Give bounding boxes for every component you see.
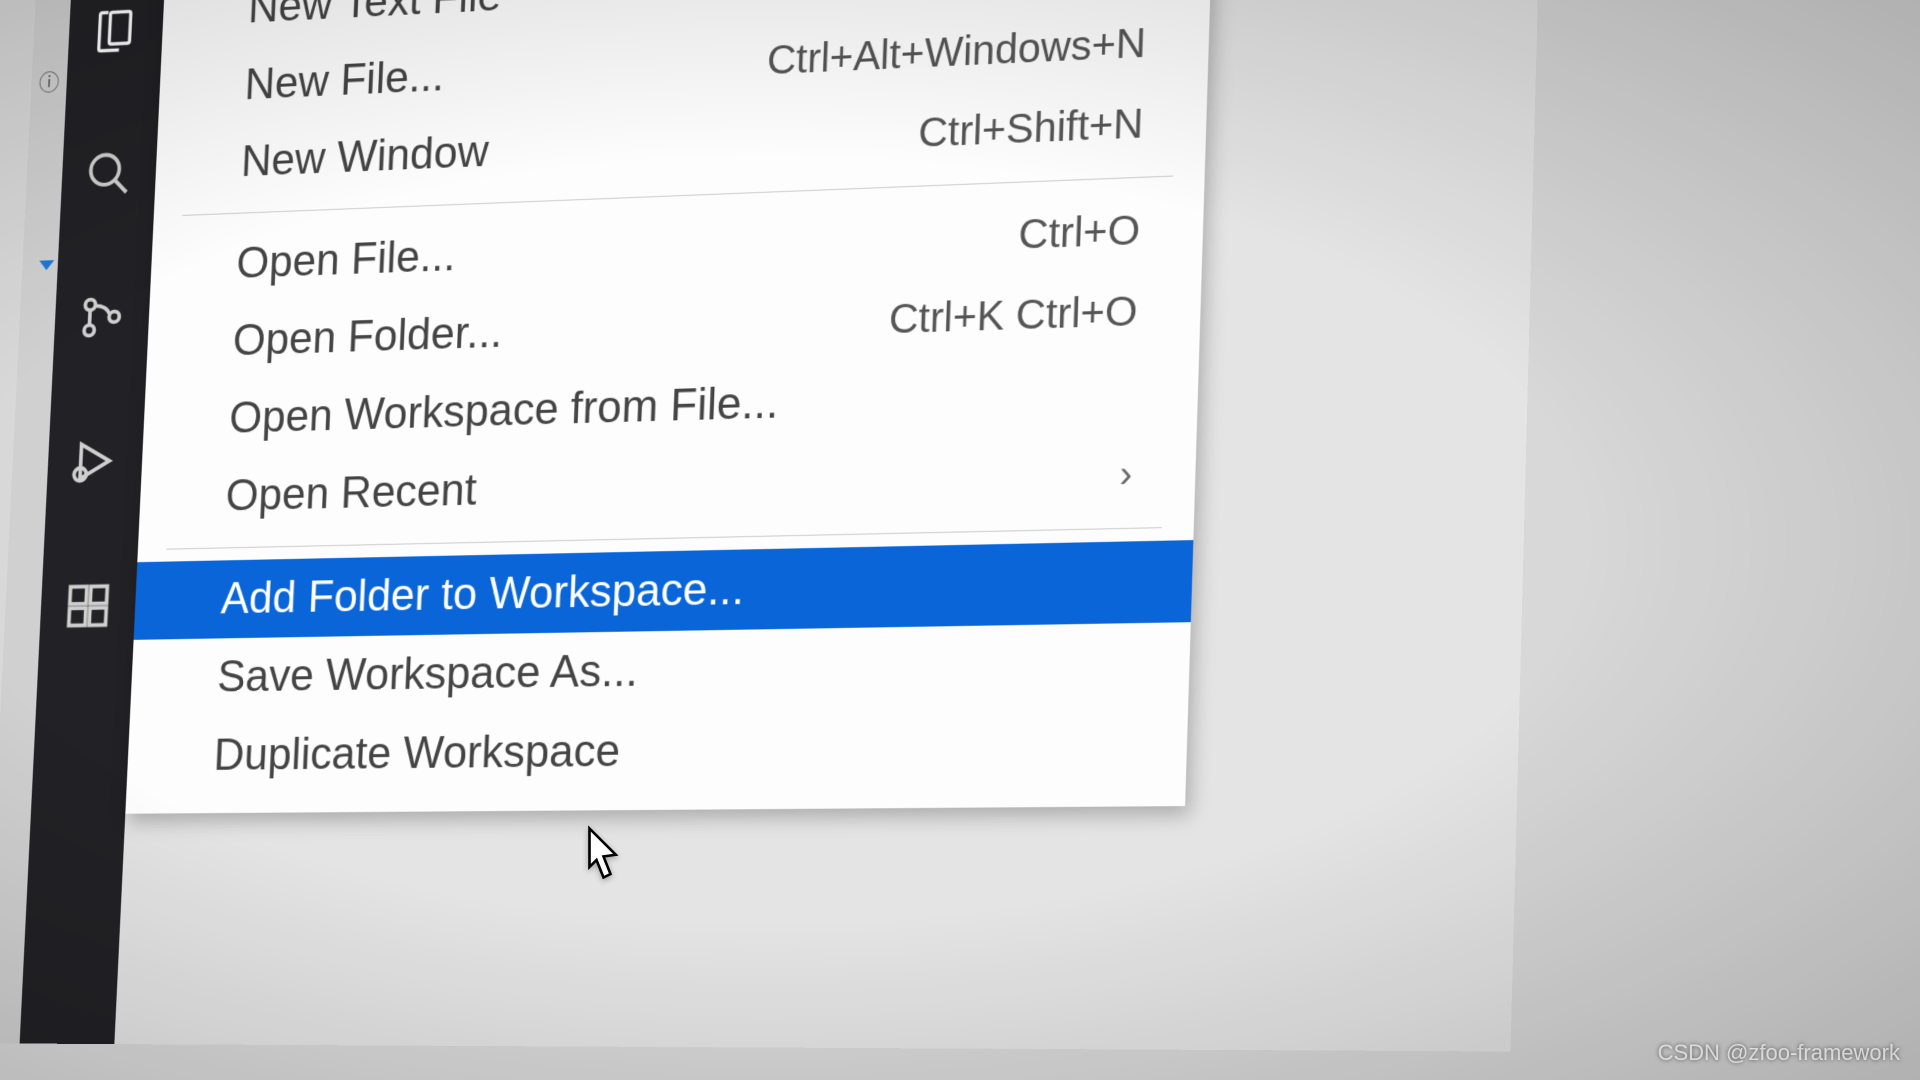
run-debug-icon[interactable]	[67, 433, 122, 490]
menu-item-duplicate-workspace[interactable]: Duplicate Workspace	[126, 704, 1188, 795]
menu-item-label: Open Recent	[225, 465, 478, 521]
explorer-icon[interactable]	[88, 2, 143, 59]
search-icon[interactable]	[81, 145, 136, 202]
menu-item-shortcut: Ctrl+Alt+Windows+N	[766, 20, 1147, 84]
menu-item-label: Open Folder...	[232, 307, 504, 366]
app-window: ⓘ	[0, 0, 1541, 1052]
source-control-icon[interactable]	[74, 289, 129, 346]
menu-item-label: Duplicate Workspace	[213, 726, 621, 781]
menu-item-shortcut: Ctrl+Shift+N	[917, 101, 1144, 157]
dropdown-arrow-icon	[39, 260, 54, 270]
menu-item-label: New Text File	[247, 0, 502, 33]
menu-item-label: Add Folder to Workspace...	[220, 564, 745, 625]
menu-item-label: New File...	[244, 51, 446, 110]
editor-area: Terminal Help New Text File Ctrl+N New F…	[114, 0, 1541, 1052]
menu-item-label: Open File...	[235, 231, 456, 289]
extensions-icon[interactable]	[60, 578, 115, 635]
tool-icon: ⓘ	[38, 65, 60, 97]
menu-item-shortcut: Ctrl+K Ctrl+O	[888, 288, 1138, 343]
file-menu-dropdown: New Text File Ctrl+N New File... Ctrl+Al…	[125, 0, 1213, 814]
watermark: CSDN @zfoo-framework	[1658, 1040, 1900, 1066]
menu-item-label: Save Workspace As...	[216, 646, 639, 703]
menu-item-shortcut: Ctrl+O	[1018, 207, 1141, 258]
menu-item-save-workspace-as[interactable]: Save Workspace As...	[130, 622, 1191, 718]
menu-item-label: New Window	[240, 127, 489, 187]
menu-item-label: Open Workspace from File...	[228, 378, 779, 444]
chevron-right-icon: ›	[1119, 452, 1133, 496]
